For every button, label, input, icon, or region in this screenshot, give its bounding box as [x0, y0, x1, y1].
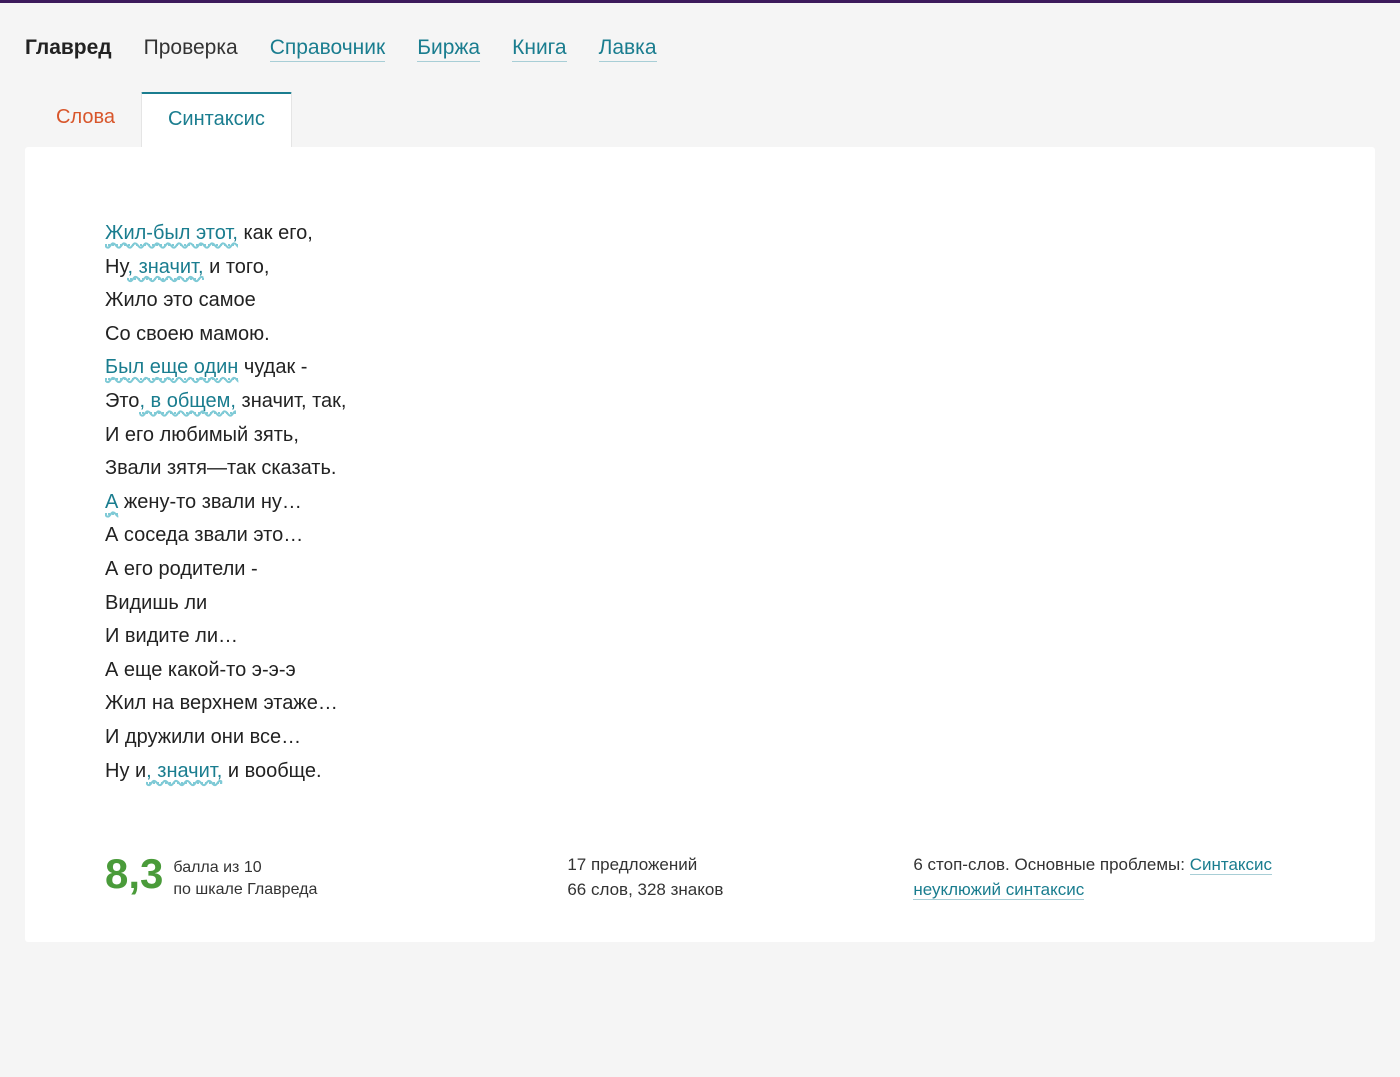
text-line: А жену-то звали ну…	[105, 486, 1295, 520]
text-fragment: чудак -	[238, 356, 307, 378]
stat-words-chars: 66 слов, 328 знаков	[567, 880, 723, 899]
text-line: Ну и, значит, и вообще.	[105, 755, 1295, 789]
score-block: 8,3 балла из 10 по шкале Главреда	[105, 853, 317, 900]
text-fragment: И видите ли…	[105, 625, 238, 647]
text-fragment: Звали зятя—так сказать.	[105, 457, 336, 479]
text-line: Видишь ли	[105, 587, 1295, 621]
text-line: И дружили они все…	[105, 721, 1295, 755]
text-fragment: значит, так,	[236, 390, 346, 412]
score-scale: по шкале Главреда	[173, 881, 317, 898]
brand-logo: Главред	[25, 36, 112, 60]
text-fragment: как его,	[238, 222, 313, 244]
tab-words[interactable]: Слова	[30, 92, 141, 147]
tab-syntax[interactable]: Синтаксис	[141, 92, 292, 147]
stats-mid: 17 предложений 66 слов, 328 знаков	[567, 853, 723, 902]
highlighted-span[interactable]: , в общем,	[139, 390, 236, 414]
score-label: балла из 10 по шкале Главреда	[173, 853, 317, 900]
text-fragment: и вообще.	[222, 760, 321, 782]
text-line: Ну, значит, и того,	[105, 251, 1295, 285]
text-fragment: жену-то звали ну…	[118, 491, 302, 513]
nav-book[interactable]: Книга	[512, 36, 566, 62]
text-line: А еще какой-то э-э-э	[105, 654, 1295, 688]
problem-clumsy-link[interactable]: неуклюжий синтаксис	[913, 880, 1084, 900]
stats-row: 8,3 балла из 10 по шкале Главреда 17 пре…	[105, 853, 1295, 902]
highlighted-span[interactable]: Жил-был этот,	[105, 222, 238, 246]
text-line: Жил на верхнем этаже…	[105, 687, 1295, 721]
highlighted-span[interactable]: , значит,	[127, 256, 203, 280]
text-fragment: Ну	[105, 256, 127, 278]
nav-shop[interactable]: Лавка	[599, 36, 657, 62]
nav-exchange[interactable]: Биржа	[417, 36, 480, 62]
text-fragment: Ну и	[105, 760, 146, 782]
highlighted-span[interactable]: А	[105, 491, 118, 515]
highlighted-span[interactable]: , значит,	[146, 760, 222, 784]
text-fragment: А еще какой-то э-э-э	[105, 659, 296, 681]
text-line: И его любимый зять,	[105, 419, 1295, 453]
tabs: Слова Синтаксис	[0, 92, 1400, 147]
stats-right: 6 стоп-слов. Основные проблемы: Синтакси…	[913, 853, 1272, 902]
text-editor[interactable]: Жил-был этот, как его,Ну, значит, и того…	[105, 217, 1295, 788]
text-line: Жил-был этот, как его,	[105, 217, 1295, 251]
text-line: Жило это самое	[105, 284, 1295, 318]
text-fragment: и того,	[204, 256, 270, 278]
text-fragment: И его любимый зять,	[105, 424, 299, 446]
text-fragment: И дружили они все…	[105, 726, 301, 748]
nav-reference[interactable]: Справочник	[270, 36, 386, 62]
problem-syntax-link[interactable]: Синтаксис	[1190, 855, 1272, 875]
nav-check[interactable]: Проверка	[144, 36, 238, 60]
header-nav: Главред Проверка Справочник Биржа Книга …	[0, 3, 1400, 92]
text-fragment: А его родители -	[105, 558, 258, 580]
text-line: А соседа звали это…	[105, 519, 1295, 553]
text-line: И видите ли…	[105, 620, 1295, 654]
text-line: Со своею мамою.	[105, 318, 1295, 352]
score-value: 8,3	[105, 853, 163, 895]
text-fragment: Жил на верхнем этаже…	[105, 692, 338, 714]
text-fragment: Видишь ли	[105, 592, 207, 614]
text-fragment: Со своею мамою.	[105, 323, 270, 345]
score-max: балла из 10	[173, 859, 261, 876]
text-line: Звали зятя—так сказать.	[105, 452, 1295, 486]
text-fragment: Это	[105, 390, 139, 412]
text-line: Это, в общем, значит, так,	[105, 385, 1295, 419]
content-box: Жил-был этот, как его,Ну, значит, и того…	[25, 147, 1375, 942]
highlighted-span[interactable]: Был еще один	[105, 356, 238, 380]
text-fragment: А соседа звали это…	[105, 524, 303, 546]
stat-sentences: 17 предложений	[567, 855, 697, 874]
text-line: А его родители -	[105, 553, 1295, 587]
text-line: Был еще один чудак -	[105, 351, 1295, 385]
text-fragment: Жило это самое	[105, 289, 256, 311]
stat-stop-words: 6 стоп-слов. Основные проблемы:	[913, 855, 1189, 874]
